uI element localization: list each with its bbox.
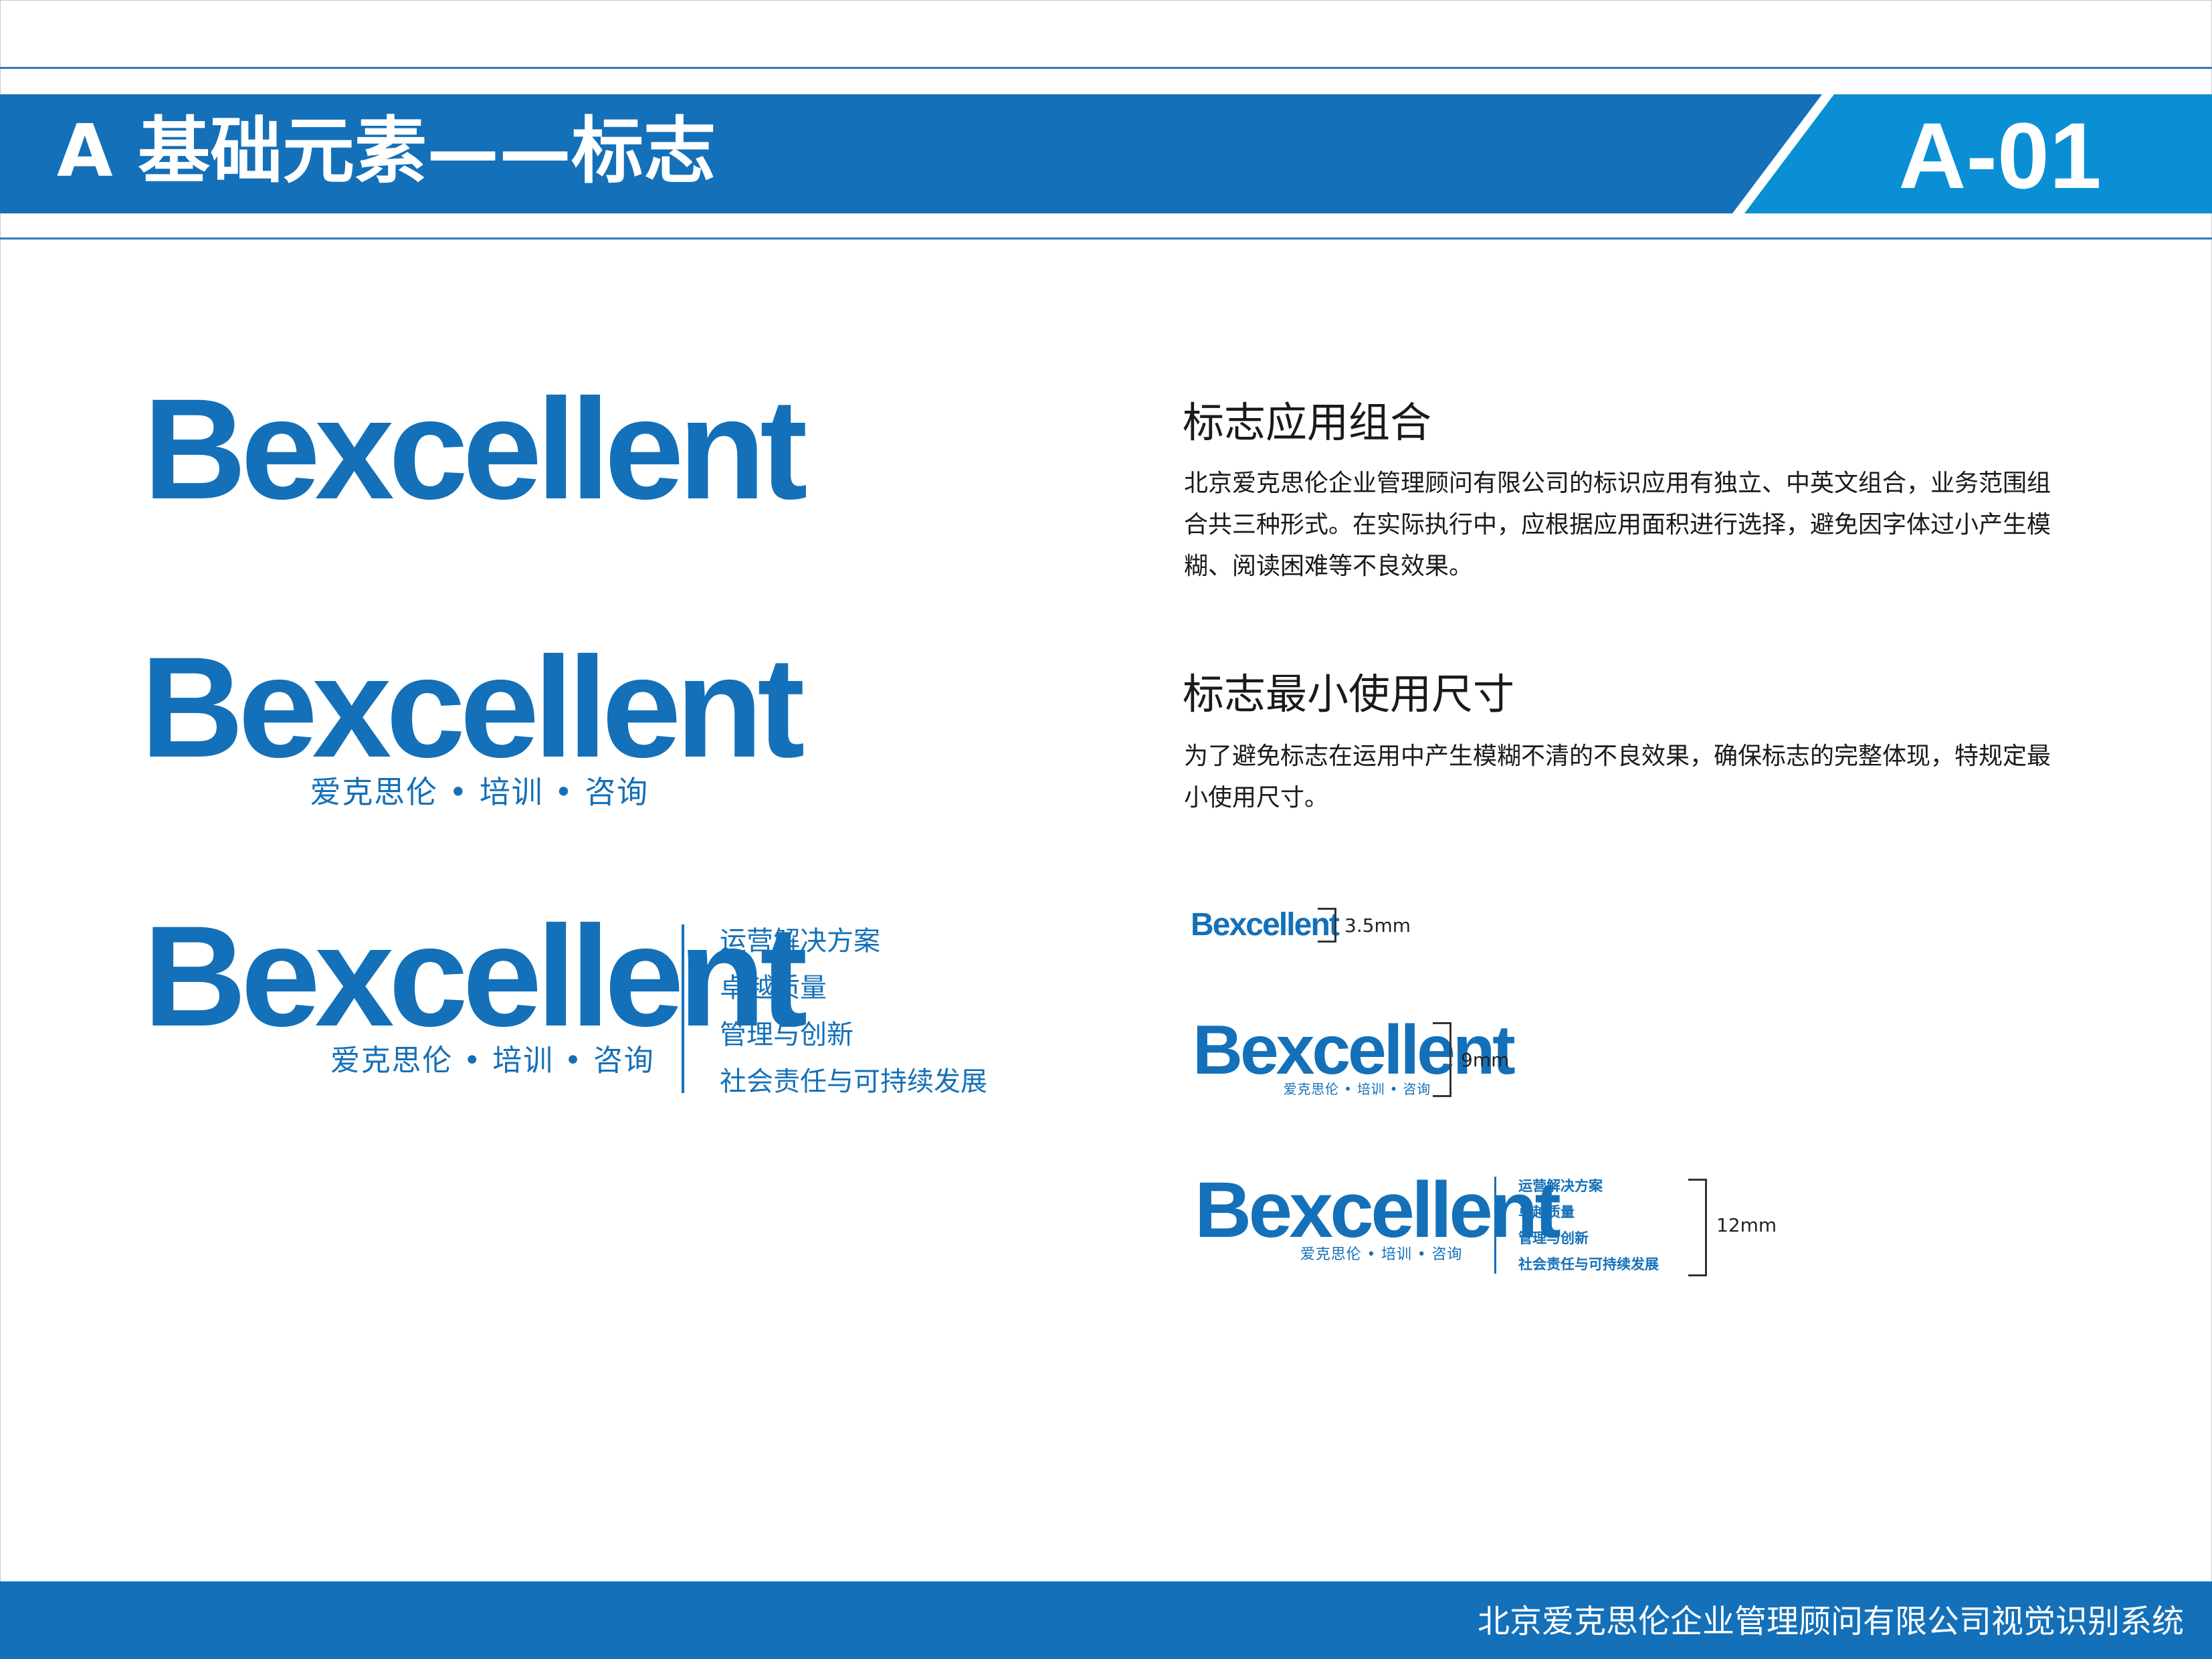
- page-title: A 基础元素——标志: [57, 110, 716, 193]
- business-scope-list: 运营解决方案 卓越质量 管理与创新 社会责任与可持续发展: [1518, 1173, 1659, 1278]
- size-label-3-5mm: 3.5mm: [1344, 914, 1411, 937]
- logo-wordmark: Bexcellent: [1195, 1166, 1561, 1254]
- business-scope-item: 运营解决方案: [1518, 1178, 1603, 1194]
- page-code: A-01: [1898, 103, 2102, 208]
- logo-divider: [1494, 1177, 1496, 1274]
- business-scope-item: 社会责任与可持续发展: [1518, 1256, 1659, 1272]
- business-scope-item: 卓越质量: [1518, 1204, 1575, 1220]
- business-scope-list: 运营解决方案 卓越质量 管理与创新 社会责任与可持续发展: [720, 918, 987, 1105]
- logo-tagline: 爱克思伦 • 培训 • 咨询: [1283, 1081, 1431, 1097]
- section-title-combination: 标志应用组合: [1183, 398, 1432, 447]
- logo-wordmark: Bexcellent: [143, 369, 807, 529]
- logo-tagline: 爱克思伦 • 培训 • 咨询: [1300, 1246, 1463, 1263]
- logo-tagline: 爱克思伦 • 培训 • 咨询: [310, 774, 649, 810]
- business-scope-item: 运营解决方案: [720, 926, 880, 957]
- logo-divider: [682, 924, 684, 1093]
- section-text-min-size: 为了避免标志在运用中产生模糊不清的不良效果，确保标志的完整体现，特规定最小使用尺…: [1184, 743, 2051, 811]
- logo-tagline: 爱克思伦 • 培训 • 咨询: [330, 1044, 655, 1078]
- logo-standalone: Bexcellent: [143, 378, 807, 521]
- size-bracket: [1688, 1179, 1707, 1276]
- size-label-9mm: 9mm: [1461, 1049, 1510, 1071]
- business-scope-item: 管理与创新: [720, 1019, 853, 1050]
- size-bracket: [1318, 908, 1336, 943]
- logo-wordmark: Bexcellent: [1191, 907, 1340, 943]
- logo-wordmark: Bexcellent: [143, 896, 807, 1056]
- section-title-min-size: 标志最小使用尺寸: [1183, 670, 1515, 718]
- section-text-combination: 北京爱克思伦企业管理顾问有限公司的标识应用有独立、中英文组合，业务范围组合共三种…: [1184, 470, 2051, 580]
- business-scope-item: 卓越质量: [720, 973, 827, 1003]
- size-label-12mm: 12mm: [1716, 1214, 1777, 1236]
- logo-business-combination: Bexcellent 爱克思伦 • 培训 • 咨询 运营解决方案 卓越质量 管理…: [143, 896, 1013, 1098]
- logo-min-size-bilingual: Bexcellent 爱克思伦 • 培训 • 咨询: [1193, 1015, 1516, 1100]
- logo-min-size-standalone: Bexcellent: [1191, 906, 1340, 947]
- footer-company-name: 北京爱克思伦企业管理顾问有限公司视觉识别系统: [1477, 1603, 2184, 1640]
- top-rule: [0, 67, 2212, 69]
- logo-wordmark: Bexcellent: [140, 627, 805, 787]
- header-bottom-rule: [0, 237, 2212, 239]
- business-scope-item: 社会责任与可持续发展: [720, 1066, 987, 1097]
- business-scope-item: 管理与创新: [1518, 1230, 1589, 1246]
- size-bracket: [1433, 1022, 1451, 1097]
- page-frame: [0, 0, 2212, 1659]
- logo-bilingual: Bexcellent 爱克思伦 • 培训 • 咨询: [140, 636, 805, 821]
- logo-min-size-business: Bexcellent 爱克思伦 • 培训 • 咨询 运营解决方案 卓越质量 管理…: [1195, 1166, 1690, 1280]
